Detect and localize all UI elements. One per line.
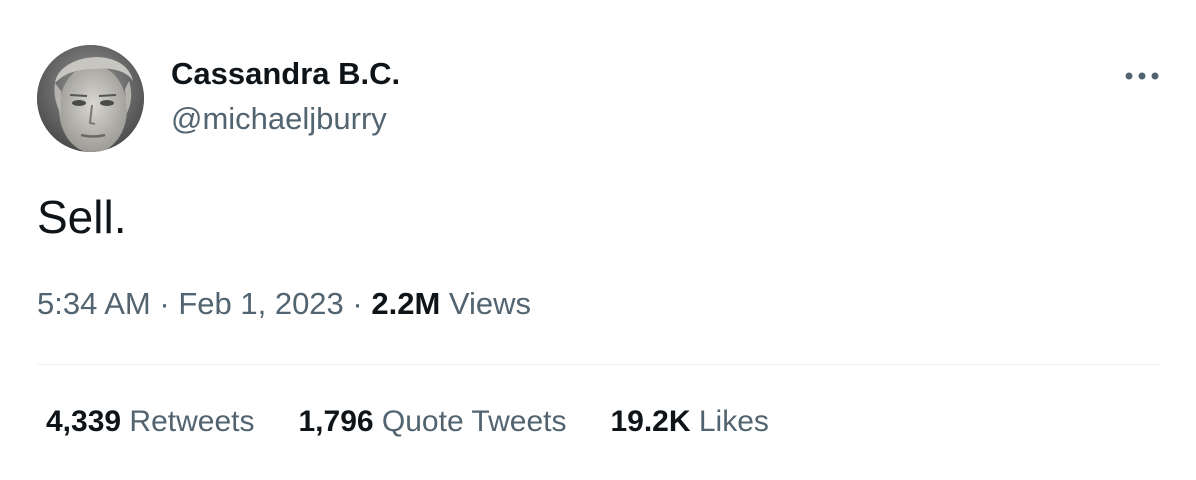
retweets-stat[interactable]: 4,339 Retweets — [46, 405, 254, 439]
meta-separator: · — [352, 286, 363, 321]
more-button[interactable] — [1112, 56, 1172, 96]
tweet-text: Sell. — [37, 191, 127, 243]
meta-separator: · — [159, 286, 170, 321]
likes-count: 19.2K — [610, 405, 691, 438]
author-handle[interactable]: @michaeljburry — [171, 101, 387, 137]
divider — [37, 364, 1161, 365]
likes-label: Likes — [698, 405, 769, 438]
quote-tweets-label: Quote Tweets — [381, 405, 567, 438]
tweet-card: Cassandra B.C. @michaeljburry Sell. 5:34… — [0, 0, 1196, 480]
tweet-meta: 5:34 AM · Feb 1, 2023 · 2.2M Views — [37, 286, 531, 322]
tweet-time[interactable]: 5:34 AM — [37, 286, 151, 321]
tweet-date[interactable]: Feb 1, 2023 — [178, 286, 343, 321]
retweets-label: Retweets — [129, 405, 255, 438]
quote-tweets-stat[interactable]: 1,796 Quote Tweets — [298, 405, 566, 439]
avatar-photo — [37, 45, 144, 152]
avatar[interactable] — [37, 45, 144, 152]
more-horizontal-icon — [1125, 72, 1159, 80]
quote-tweets-count: 1,796 — [298, 405, 374, 438]
views-count: 2.2M — [371, 286, 441, 321]
views-label: Views — [448, 286, 532, 321]
likes-stat[interactable]: 19.2K Likes — [610, 405, 768, 439]
author-display-name[interactable]: Cassandra B.C. — [171, 56, 400, 92]
retweets-count: 4,339 — [46, 405, 122, 438]
engagement-stats: 4,339 Retweets 1,796 Quote Tweets 19.2K … — [46, 405, 813, 439]
